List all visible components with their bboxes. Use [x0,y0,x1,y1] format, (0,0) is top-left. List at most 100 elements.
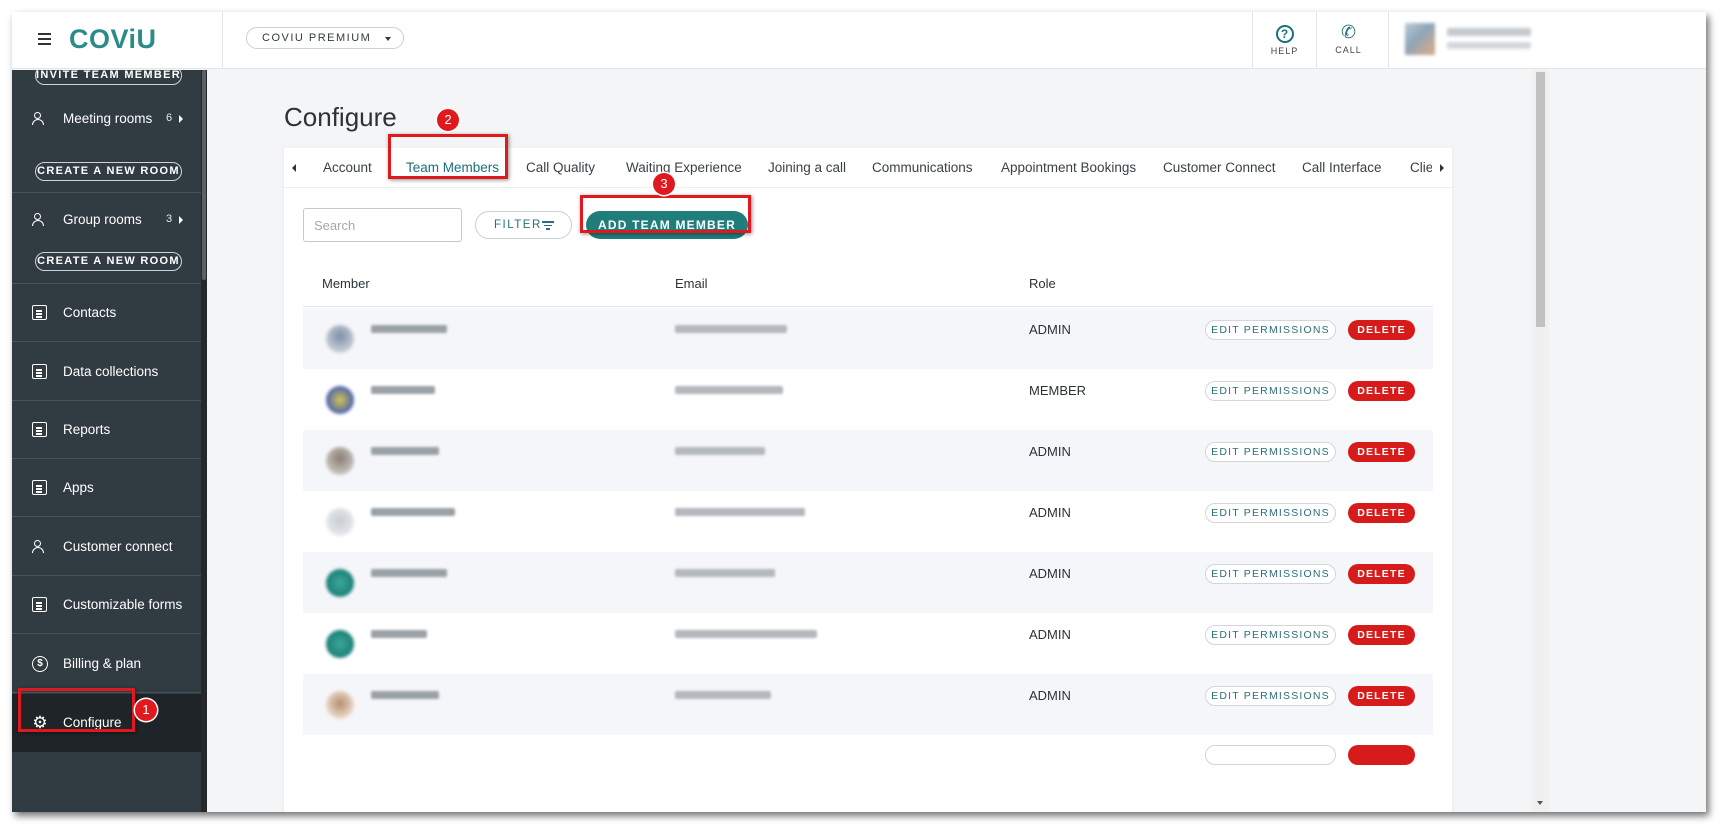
sidebar-item-label: Customizable forms [63,597,183,612]
delete-button[interactable]: DELETE [1348,686,1415,706]
sidebar-item-data-collections[interactable]: Data collections [12,343,201,401]
invite-team-member-button[interactable]: INVITE TEAM MEMBER [35,70,182,85]
help-button[interactable]: ? HELP [1252,12,1316,69]
sidebar-item-apps[interactable]: Apps [12,459,201,517]
edit-permissions-button[interactable]: EDIT PERMISSIONS [1205,625,1336,645]
column-header-role[interactable]: Role [1029,276,1056,291]
table-row: ADMIN EDIT PERMISSIONS DELETE [303,613,1433,674]
table-row: ADMIN EDIT PERMISSIONS DELETE [303,552,1433,613]
delete-button[interactable]: DELETE [1348,564,1415,584]
plan-label: COVIU PREMIUM [262,32,372,44]
user-org-redacted [1447,42,1531,49]
group-rooms-count: 3 [166,213,173,225]
edit-permissions-button[interactable]: EDIT PERMISSIONS [1205,686,1336,706]
sidebar-item-label: Meeting rooms [63,111,153,126]
delete-button[interactable]: DELETE [1348,503,1415,523]
brand-area: COViU [12,12,223,69]
delete-button[interactable] [1348,745,1415,765]
table-header: Member Email Role [303,261,1433,307]
delete-button[interactable]: DELETE [1348,625,1415,645]
user-avatar [1405,23,1435,55]
tab-joining-a-call[interactable]: Joining a call [768,160,846,175]
sidebar-item-meeting-rooms[interactable]: Meeting rooms 6 [12,90,201,136]
user-name-redacted [1447,28,1531,36]
member-name-redacted [371,569,447,577]
delete-button[interactable]: DELETE [1348,381,1415,401]
edit-permissions-button[interactable]: EDIT PERMISSIONS [1205,381,1336,401]
member-email-redacted [675,630,817,638]
user-menu[interactable] [1388,12,1543,69]
member-name-redacted [371,325,447,333]
edit-permissions-button[interactable] [1205,745,1336,765]
sidebar-item-customer-connect[interactable]: Customer connect [12,518,201,576]
sidebar-item-label: Reports [63,422,111,437]
scroll-down-icon[interactable] [1537,801,1543,805]
table-row: ADMIN EDIT PERMISSIONS DELETE [303,430,1433,491]
member-role: ADMIN [1029,444,1071,459]
tab-clients-truncated[interactable]: Clie [1410,160,1432,175]
tab-waiting-experience[interactable]: Waiting Experience [626,160,742,175]
tab-scroll-left-icon[interactable] [292,164,296,172]
edit-permissions-button[interactable]: EDIT PERMISSIONS [1205,503,1336,523]
search-input[interactable] [303,208,462,242]
reports-icon [32,422,48,438]
member-email-redacted [675,447,765,455]
table-row: ADMIN EDIT PERMISSIONS DELETE [303,491,1433,552]
sidebar-item-billing[interactable]: $ Billing & plan [12,635,201,693]
help-label: HELP [1270,46,1299,56]
column-header-member[interactable]: Member [322,276,370,291]
tab-appointment-bookings[interactable]: Appointment Bookings [1001,160,1136,175]
help-icon: ? [1275,25,1294,43]
highlight-add-team-member [580,195,751,233]
scrollbar-thumb[interactable] [1536,72,1545,327]
member-avatar [326,325,354,353]
delete-button[interactable]: DELETE [1348,320,1415,340]
customer-connect-icon [32,539,48,555]
edit-permissions-button[interactable]: EDIT PERMISSIONS [1205,320,1336,340]
create-group-room-button[interactable]: CREATE A NEW ROOM [35,252,182,271]
filter-button[interactable]: FILTER [475,211,572,239]
tab-account[interactable]: Account [323,160,372,175]
create-meeting-room-button[interactable]: CREATE A NEW ROOM [35,162,182,181]
page-title: Configure [284,102,397,132]
table-row: ADMIN EDIT PERMISSIONS DELETE [303,674,1433,735]
tab-call-quality[interactable]: Call Quality [526,160,595,175]
member-role: ADMIN [1029,566,1071,581]
meeting-rooms-count: 6 [166,112,173,124]
people-icon [32,212,48,228]
sidebar-item-label: Apps [63,480,94,495]
member-name-redacted [371,508,455,516]
edit-permissions-button[interactable]: EDIT PERMISSIONS [1205,442,1336,462]
sidebar-item-reports[interactable]: Reports [12,401,201,459]
tab-customer-connect[interactable]: Customer Connect [1163,160,1276,175]
sidebar-item-label: Contacts [63,305,117,320]
highlight-configure [18,688,135,732]
filter-icon [542,221,554,230]
menu-collapse-icon[interactable] [38,33,51,46]
tab-scroll-right-icon[interactable] [1440,164,1444,172]
delete-button[interactable]: DELETE [1348,442,1415,462]
step-badge-1: 1 [135,699,157,721]
member-email-redacted [675,508,805,516]
forms-icon [32,597,48,613]
tab-call-interface[interactable]: Call Interface [1302,160,1382,175]
coviu-logo: COViU [69,24,157,54]
table-row: MEMBER EDIT PERMISSIONS DELETE [303,369,1433,430]
sidebar-item-label: Customer connect [63,539,173,554]
sidebar-item-customizable-forms[interactable]: Customizable forms [12,576,201,634]
app-window: COViU COVIU PREMIUM ? HELP ✆ CALL INVITE… [12,12,1706,812]
sidebar-item-contacts[interactable]: Contacts [12,284,201,342]
call-button[interactable]: ✆ CALL [1316,12,1380,69]
edit-permissions-button[interactable]: EDIT PERMISSIONS [1205,564,1336,584]
configure-card: Account Team Members Call Quality Waitin… [284,148,1452,812]
contacts-icon [32,305,48,321]
team-members-table: Member Email Role ADMIN EDIT PERMISSIONS… [303,261,1433,812]
member-name-redacted [371,386,435,394]
main-scrollbar[interactable] [1532,70,1549,812]
top-bar: COViU COVIU PREMIUM ? HELP ✆ CALL [12,12,1706,69]
sidebar-item-group-rooms[interactable]: Group rooms 3 [12,193,201,239]
tab-communications[interactable]: Communications [872,160,973,175]
column-header-email[interactable]: Email [675,276,708,291]
plan-selector[interactable]: COVIU PREMIUM [246,27,405,49]
member-email-redacted [675,325,787,333]
